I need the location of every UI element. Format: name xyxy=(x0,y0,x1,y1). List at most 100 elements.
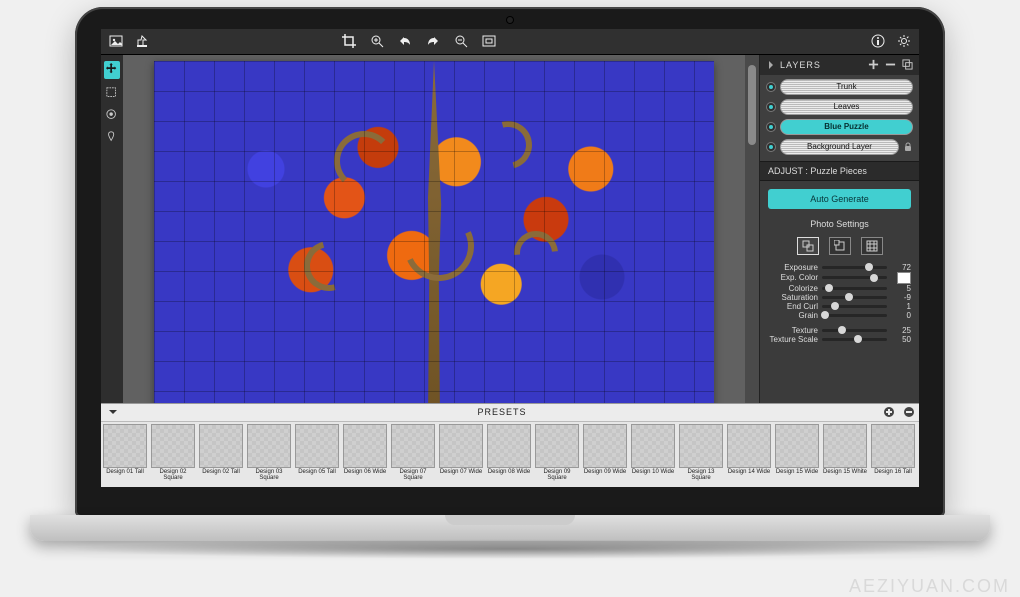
slider-track[interactable] xyxy=(822,305,887,308)
slider-value: 72 xyxy=(891,263,911,272)
auto-generate-button[interactable]: Auto Generate xyxy=(768,189,911,209)
visibility-toggle[interactable] xyxy=(766,102,776,112)
slider-track[interactable] xyxy=(822,296,887,299)
slider-value: 50 xyxy=(891,335,911,344)
preset-thumbnail xyxy=(823,424,867,468)
slider-track[interactable] xyxy=(822,276,887,279)
visibility-toggle[interactable] xyxy=(766,122,776,132)
slider-thumb[interactable] xyxy=(825,284,833,292)
tool-move[interactable] xyxy=(104,61,120,79)
slider-thumb[interactable] xyxy=(845,293,853,301)
remove-preset-icon[interactable] xyxy=(903,406,915,418)
chevron-right-icon[interactable] xyxy=(766,60,776,70)
visibility-toggle[interactable] xyxy=(766,142,776,152)
add-layer-icon[interactable] xyxy=(868,59,879,70)
mode-switch xyxy=(768,237,911,255)
slider-thumb[interactable] xyxy=(870,274,878,282)
preset-label: Design 07 Square xyxy=(390,469,436,482)
preset-thumbnail xyxy=(151,424,195,468)
layer-item[interactable]: Background Layer xyxy=(780,139,899,155)
preset-label: Design 15 Wide xyxy=(776,469,818,475)
scrollbar-thumb[interactable] xyxy=(748,65,756,145)
slider-thumb[interactable] xyxy=(821,311,829,319)
layer-item[interactable]: Trunk xyxy=(780,79,913,95)
slider-label: Saturation xyxy=(768,293,818,302)
layer-item[interactable]: Leaves xyxy=(780,99,913,115)
preset-item[interactable]: Design 05 Tall xyxy=(293,422,341,487)
slider-thumb[interactable] xyxy=(831,302,839,310)
preset-item[interactable]: Design 07 Square xyxy=(389,422,437,487)
laptop-hinge xyxy=(30,515,990,541)
slider-track[interactable] xyxy=(822,266,887,269)
slider-track[interactable] xyxy=(822,314,887,317)
presets-title: PRESETS xyxy=(125,407,879,417)
preset-item[interactable]: Design 01 Tall xyxy=(101,422,149,487)
add-preset-icon[interactable] xyxy=(883,406,895,418)
image-icon[interactable] xyxy=(109,34,123,48)
info-icon[interactable] xyxy=(871,34,885,48)
slider-label: Texture Scale xyxy=(768,335,818,344)
fit-icon[interactable] xyxy=(482,34,496,48)
preset-item[interactable]: Design 02 Square xyxy=(149,422,197,487)
mask-icon xyxy=(106,109,118,121)
vertical-scrollbar[interactable] xyxy=(745,55,759,403)
preset-label: Design 09 Square xyxy=(534,469,580,482)
slider-texture_scale: Texture Scale 50 xyxy=(768,335,911,344)
preset-item[interactable]: Design 08 Wide xyxy=(485,422,533,487)
preset-item[interactable]: Design 09 Square xyxy=(533,422,581,487)
preset-label: Design 08 Wide xyxy=(488,469,530,475)
mode-grid-icon[interactable] xyxy=(861,237,883,255)
marquee-icon xyxy=(106,87,118,99)
preset-label: Design 16 Tall xyxy=(874,469,912,475)
app-window: LAYERS TrunkLeavesBlue PuzzleBackground … xyxy=(101,29,919,487)
preset-thumbnail xyxy=(727,424,771,468)
remove-layer-icon[interactable] xyxy=(885,59,896,70)
slider-value: 25 xyxy=(891,326,911,335)
top-toolbar xyxy=(101,29,919,55)
slider-label: End Curl xyxy=(768,302,818,311)
settings-icon[interactable] xyxy=(897,34,911,48)
export-icon[interactable] xyxy=(135,34,149,48)
slider-thumb[interactable] xyxy=(854,335,862,343)
camera-dot xyxy=(507,17,513,23)
visibility-toggle[interactable] xyxy=(766,82,776,92)
preset-item[interactable]: Design 17 Square xyxy=(917,422,919,487)
preset-item[interactable]: Design 13 Square xyxy=(677,422,725,487)
tool-mask[interactable] xyxy=(106,109,118,123)
preset-item[interactable]: Design 16 Tall xyxy=(869,422,917,487)
preset-item[interactable]: Design 10 Wide xyxy=(629,422,677,487)
preset-item[interactable]: Design 02 Tall xyxy=(197,422,245,487)
zoom-in-icon[interactable] xyxy=(370,34,384,48)
layer-item[interactable]: Blue Puzzle xyxy=(780,119,913,135)
slider-track[interactable] xyxy=(822,329,887,332)
mode-a-icon[interactable] xyxy=(797,237,819,255)
redo-icon[interactable] xyxy=(426,34,440,48)
crop-icon[interactable] xyxy=(342,34,356,48)
preset-thumbnail xyxy=(631,424,675,468)
presets-collapse-icon[interactable] xyxy=(107,406,119,418)
tool-marquee[interactable] xyxy=(106,87,118,101)
preset-thumbnail xyxy=(775,424,819,468)
tool-pin[interactable] xyxy=(106,131,118,145)
slider-thumb[interactable] xyxy=(838,326,846,334)
preset-item[interactable]: Design 15 Wide xyxy=(773,422,821,487)
canvas[interactable] xyxy=(123,55,745,403)
duplicate-layer-icon[interactable] xyxy=(902,59,913,70)
preset-item[interactable]: Design 07 Wide xyxy=(437,422,485,487)
slider-thumb[interactable] xyxy=(865,263,873,271)
zoom-out-icon[interactable] xyxy=(454,34,468,48)
preset-label: Design 06 Wide xyxy=(344,469,386,475)
preset-item[interactable]: Design 09 Wide xyxy=(581,422,629,487)
slider-track[interactable] xyxy=(822,287,887,290)
undo-icon[interactable] xyxy=(398,34,412,48)
preset-label: Design 14 Wide xyxy=(728,469,770,475)
preset-thumbnail xyxy=(343,424,387,468)
preset-item[interactable]: Design 15 White xyxy=(821,422,869,487)
preset-item[interactable]: Design 14 Wide xyxy=(725,422,773,487)
slider-track[interactable] xyxy=(822,338,887,341)
preset-item[interactable]: Design 03 Square xyxy=(245,422,293,487)
mode-b-icon[interactable] xyxy=(829,237,851,255)
color-swatch[interactable] xyxy=(897,272,911,284)
preset-item[interactable]: Design 06 Wide xyxy=(341,422,389,487)
presets-strip[interactable]: Design 01 TallDesign 02 SquareDesign 02 … xyxy=(101,421,919,487)
